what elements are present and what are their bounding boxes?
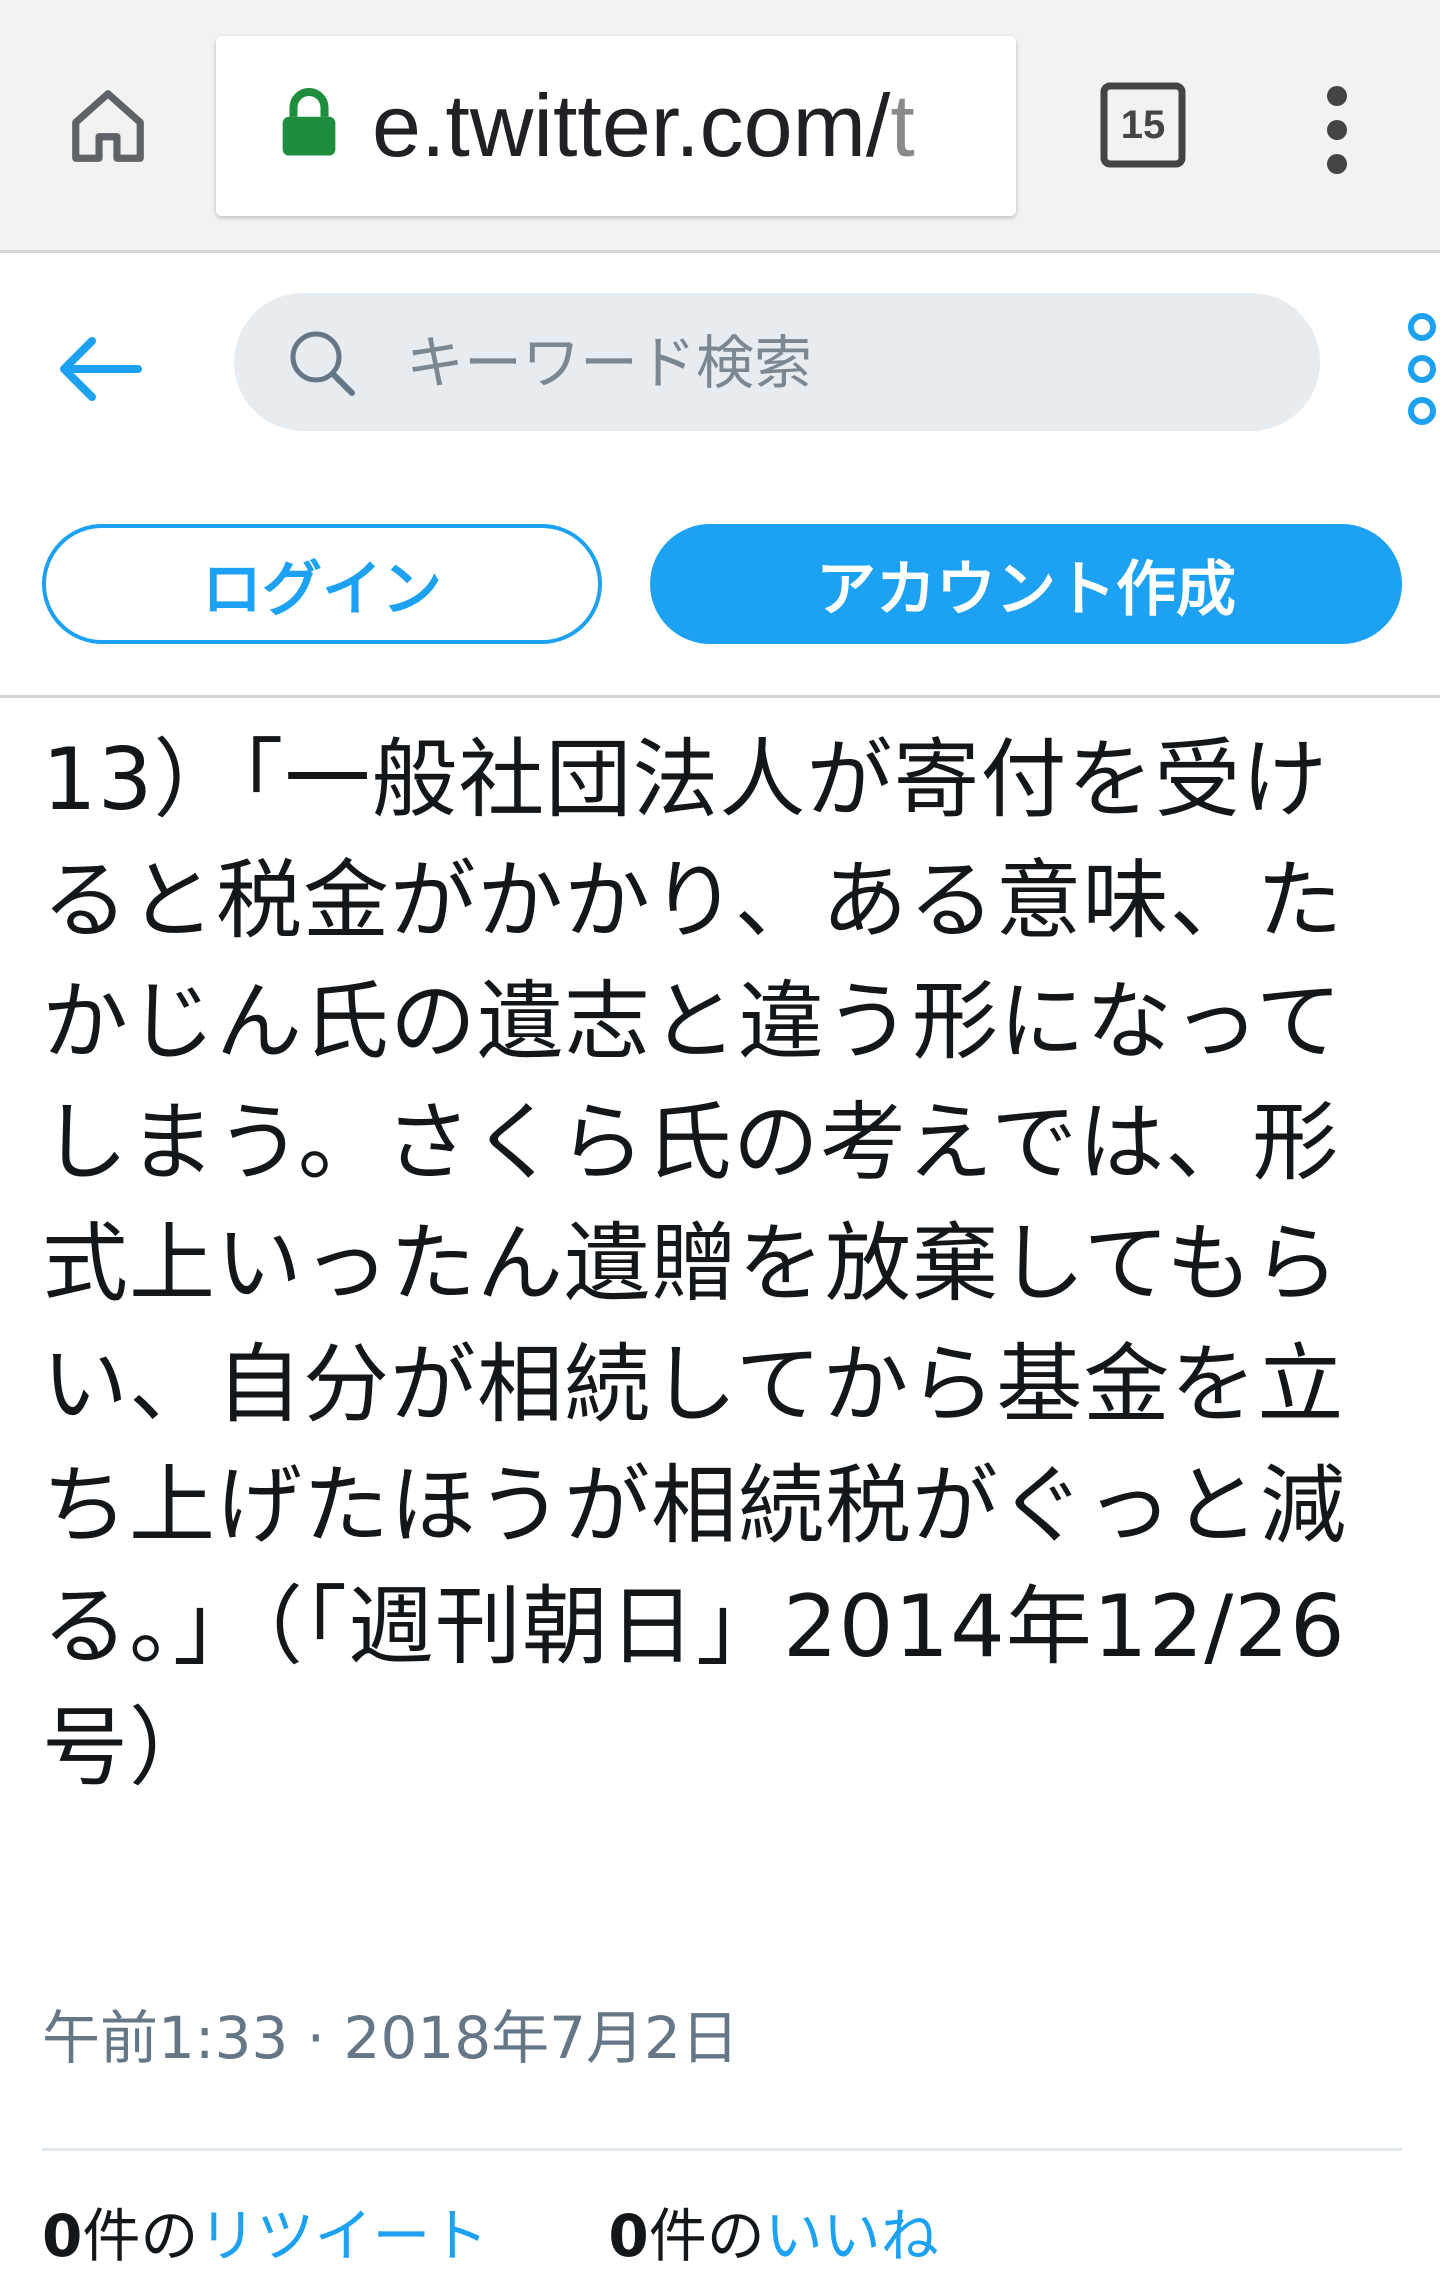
tab-count: 15 (1120, 102, 1166, 147)
search-input[interactable] (404, 315, 1268, 411)
likes-link[interactable]: いいね (765, 2202, 939, 2270)
more-options-icon[interactable] (1396, 309, 1440, 429)
menu-dots-icon[interactable] (1300, 82, 1374, 178)
login-button[interactable]: ログイン (42, 524, 602, 644)
browser-toolbar: e.twitter.com/t 15 (0, 0, 1440, 253)
tab-switcher-button[interactable]: 15 (1100, 82, 1186, 168)
home-icon (72, 90, 144, 162)
retweet-suffix: 件の (82, 2202, 199, 2270)
search-icon (290, 331, 355, 396)
home-button[interactable] (60, 78, 156, 174)
like-count: 0 (608, 2202, 649, 2270)
twitter-header: ログイン アカウント作成 (0, 253, 1440, 698)
retweet-count: 0 (42, 2202, 83, 2270)
tweet-stats: 0件のリツイート 0件のいいね (42, 2196, 1402, 2276)
like-suffix: 件の (648, 2202, 765, 2270)
search-bar[interactable] (234, 293, 1320, 431)
divider (42, 2148, 1402, 2151)
lock-icon (282, 88, 336, 156)
tweet-text: 13）「一般社団法人が寄付を受けると税金がかかり、ある意味、たかじん氏の遺志と違… (42, 730, 1347, 1798)
url-text: e.twitter.com/t (372, 78, 915, 174)
address-bar[interactable]: e.twitter.com/t (216, 36, 1016, 216)
tweet-timestamp[interactable]: 午前1:33 · 2018年7月2日 (42, 1998, 739, 2078)
url-overflow: t (890, 76, 915, 175)
back-arrow-icon[interactable] (50, 319, 150, 419)
url-main: e.twitter.com/ (372, 76, 891, 175)
retweets-link[interactable]: リツイート (198, 2202, 488, 2270)
signup-button[interactable]: アカウント作成 (650, 524, 1402, 644)
